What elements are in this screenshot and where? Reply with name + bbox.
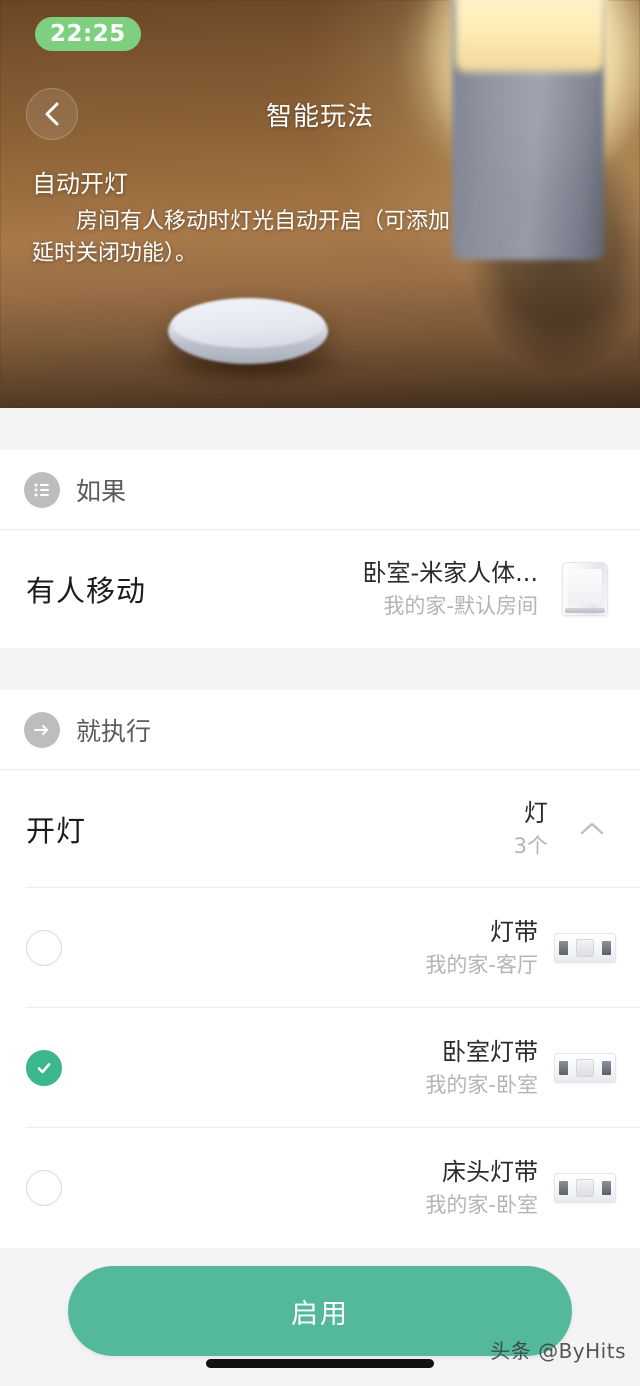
if-section-label: 如果 (76, 476, 127, 506)
device-list-item[interactable]: 床头灯带 我的家-卧室 (0, 1128, 640, 1248)
device-location: 我的家-卧室 (425, 1193, 538, 1217)
strip-led-right (602, 1181, 611, 1195)
nav-bar: 智能玩法 (0, 86, 640, 142)
device-name: 床头灯带 (442, 1158, 538, 1186)
device-select-radio[interactable] (26, 930, 62, 966)
device-location: 我的家-卧室 (425, 1073, 538, 1097)
device-name: 灯带 (490, 918, 538, 946)
action-group-info: 灯 3个 (514, 797, 548, 861)
action-group-name: 灯 (524, 799, 548, 827)
led-strip-icon (554, 1037, 616, 1099)
trigger-title: 有人移动 (26, 574, 147, 608)
hero-title: 自动开灯 (32, 170, 128, 198)
device-info: 床头灯带 我的家-卧室 (425, 1156, 538, 1220)
device-list-item[interactable]: 卧室灯带 我的家-卧室 (0, 1008, 640, 1128)
trigger-device-location: 我的家-默认房间 (383, 594, 538, 618)
device-select-radio[interactable] (26, 1050, 62, 1086)
section-gap-middle (0, 648, 640, 690)
motion-sensor-icon (554, 558, 616, 620)
led-strip-thumbnail (554, 1053, 616, 1083)
trigger-row[interactable]: 有人移动 卧室-米家人体... 我的家-默认房间 (0, 530, 640, 648)
action-title: 开灯 (26, 814, 87, 848)
arrow-right-icon (24, 711, 60, 748)
motion-sensor-thumbnail (562, 562, 608, 616)
trigger-device-info: 卧室-米家人体... 我的家-默认房间 (362, 557, 538, 621)
strip-led-middle (576, 1059, 594, 1077)
app-screen: 22:25 智能玩法 自动开灯 房间有人移动时灯光自动开启（可添加延时关闭功能）… (0, 0, 640, 1386)
page-title: 智能玩法 (265, 101, 374, 132)
then-section-header: 就执行 (0, 690, 640, 770)
device-location: 我的家-客厅 (425, 953, 538, 977)
check-icon (37, 1063, 51, 1074)
strip-led-left (559, 1061, 568, 1075)
list-icon (24, 471, 60, 508)
chevron-up-icon[interactable] (568, 805, 616, 853)
device-info: 卧室灯带 我的家-卧室 (425, 1036, 538, 1100)
footer-area: 启用 头条 @ByHits (0, 1248, 640, 1386)
strip-led-right (602, 1061, 611, 1075)
lamp-shade (455, 0, 605, 72)
device-name: 卧室灯带 (442, 1038, 538, 1066)
motion-sensor-photo-top (172, 300, 324, 348)
led-strip-thumbnail (554, 933, 616, 963)
strip-led-right (602, 941, 611, 955)
strip-led-left (559, 941, 568, 955)
device-info: 灯带 我的家-客厅 (425, 916, 538, 980)
if-section-header: 如果 (0, 450, 640, 530)
strip-led-left (559, 1181, 568, 1195)
action-device-count: 3个 (513, 834, 548, 858)
led-strip-icon (554, 917, 616, 979)
then-section-label: 就执行 (76, 716, 152, 746)
led-strip-thumbnail (554, 1173, 616, 1203)
strip-led-middle (576, 1179, 594, 1197)
strip-led-middle (576, 939, 594, 957)
device-list-item[interactable]: 灯带 我的家-客厅 (0, 888, 640, 1008)
hero-description: 房间有人移动时灯光自动开启（可添加延时关闭功能）。 (32, 209, 451, 266)
watermark-label: 头条 @ByHits (490, 1339, 626, 1363)
hero-text-block: 自动开灯 房间有人移动时灯光自动开启（可添加延时关闭功能）。 (32, 168, 452, 270)
hero-banner: 22:25 智能玩法 自动开灯 房间有人移动时灯光自动开启（可添加延时关闭功能）… (0, 0, 640, 408)
action-row[interactable]: 开灯 灯 3个 (0, 770, 640, 888)
home-indicator[interactable] (206, 1359, 434, 1368)
led-strip-icon (554, 1157, 616, 1219)
device-select-radio[interactable] (26, 1170, 62, 1206)
status-bar-clock: 22:25 (35, 17, 141, 51)
section-gap-top (0, 408, 640, 450)
trigger-device-name: 卧室-米家人体... (362, 559, 538, 587)
